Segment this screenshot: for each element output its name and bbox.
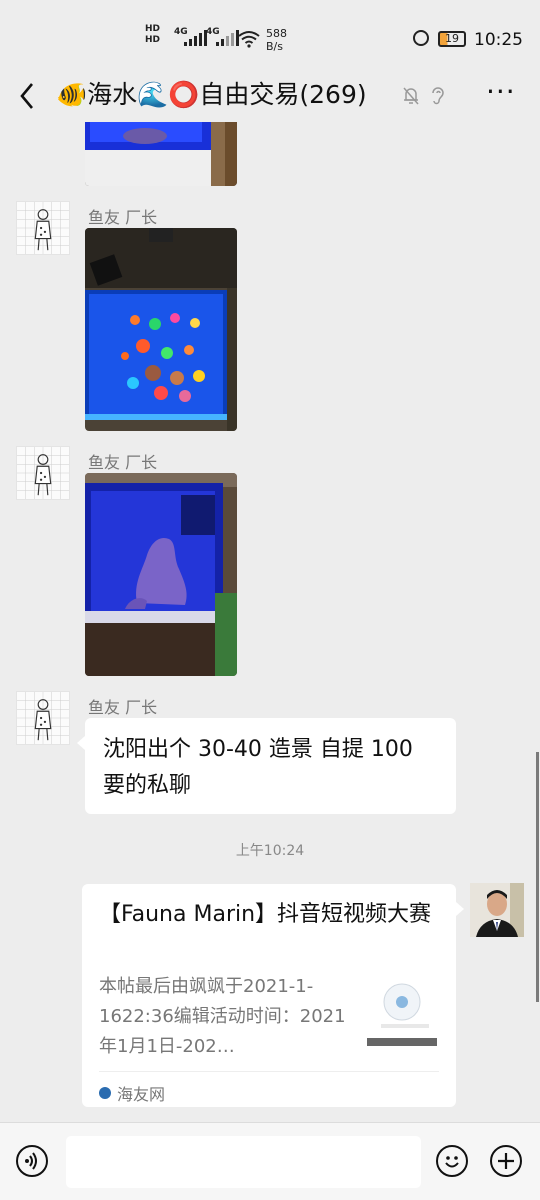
source-label: 海友网 xyxy=(117,1085,166,1104)
wifi-icon xyxy=(238,31,260,48)
card-description: 本帖最后由飒飒于2021-1-1622:36编辑活动时间：2021年1月1日-2… xyxy=(99,976,346,1057)
avatar-self[interactable] xyxy=(470,883,524,937)
chat-header: 🐠海水🌊⭕自由交易(269) ··· xyxy=(0,70,540,122)
aquarium-image xyxy=(85,122,237,186)
message-input[interactable] xyxy=(66,1136,421,1188)
chat-title[interactable]: 🐠海水🌊⭕自由交易(269) xyxy=(56,79,367,111)
clock: 10:25 xyxy=(474,30,523,50)
emoji-icon xyxy=(445,1156,459,1168)
avatar-sketch-icon xyxy=(17,447,69,499)
card-thumbnail xyxy=(367,972,441,1046)
reef-aquarium-image xyxy=(85,228,237,431)
source-logo-icon xyxy=(99,1087,111,1099)
voice-button[interactable] xyxy=(16,1145,48,1177)
emoji-button[interactable] xyxy=(436,1145,468,1177)
card-title: 【Fauna Marin】抖音短视频大赛 xyxy=(99,902,432,927)
sender-name: 鱼友 厂长 xyxy=(88,208,158,227)
input-bar xyxy=(0,1122,540,1200)
text-message-bubble[interactable]: 沈阳出个 30-40 造景 自提 100 要的私聊 xyxy=(77,718,456,814)
speed-unit: B/s xyxy=(266,40,283,53)
avatar-photo-icon xyxy=(470,883,524,937)
network-indicator: HD HD xyxy=(145,24,160,46)
signal-icon-2 xyxy=(216,30,239,46)
avatar-sketch-icon xyxy=(17,202,69,254)
chevron-left-icon xyxy=(20,83,33,109)
avatar[interactable] xyxy=(16,201,70,255)
link-card[interactable]: 【Fauna Marin】抖音短视频大赛 本帖最后由飒飒于2021-1-1622… xyxy=(82,884,464,1107)
bell-off-icon xyxy=(403,87,419,105)
speed-value: 588 xyxy=(266,27,287,40)
hd-label-2: HD xyxy=(145,35,161,45)
plus-button[interactable] xyxy=(490,1145,522,1177)
status-bar: HD HD 4G 4G 588 B/s 19 10:25 xyxy=(0,0,540,70)
voice-icon xyxy=(25,1152,37,1170)
message-image-3[interactable] xyxy=(85,473,237,676)
card-source: 海友网 xyxy=(99,1081,165,1105)
battery-icon: 19 xyxy=(438,31,466,47)
scrollbar[interactable] xyxy=(536,752,539,1002)
alarm-icon xyxy=(413,30,429,46)
network-speed: 588 B/s xyxy=(266,27,287,53)
message-list[interactable]: 鱼友 厂长 鱼友 厂长 鱼友 厂长 沈阳出个 30-40 造景 自提 100 要… xyxy=(0,122,540,1122)
message-text: 沈阳出个 30-40 造景 自提 100 要的私聊 xyxy=(103,737,413,798)
signal-icon-1 xyxy=(184,30,207,46)
message-image-2[interactable] xyxy=(85,228,237,431)
avatar[interactable] xyxy=(16,691,70,745)
ear-icon xyxy=(432,87,444,105)
more-button[interactable]: ··· xyxy=(486,75,516,108)
card-thumbnail-image xyxy=(367,972,441,1046)
more-icon: ··· xyxy=(486,75,516,108)
sender-name: 鱼友 厂长 xyxy=(88,698,158,717)
hd-label-1: HD xyxy=(145,24,161,34)
back-button[interactable] xyxy=(14,78,44,114)
avatar[interactable] xyxy=(16,446,70,500)
sender-name: 鱼友 厂长 xyxy=(88,453,158,472)
plus-icon xyxy=(498,1153,514,1169)
card-divider xyxy=(99,1071,439,1072)
avatar-sketch-icon xyxy=(17,692,69,744)
message-image-1[interactable] xyxy=(85,122,237,186)
timestamp: 上午10:24 xyxy=(235,843,305,859)
aquarium-rock-image xyxy=(85,473,237,676)
